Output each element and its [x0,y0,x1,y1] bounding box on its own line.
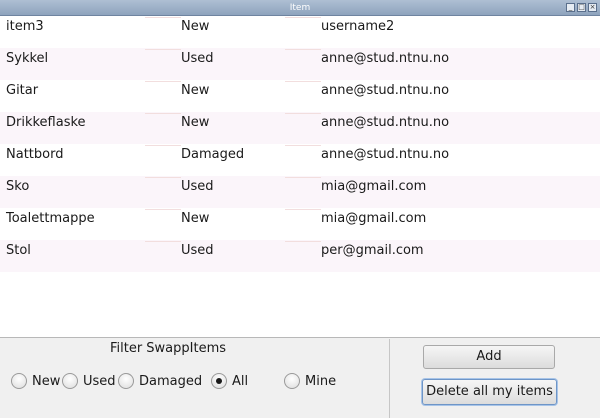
radio-new[interactable]: New [11,373,60,389]
radio-all-icon[interactable] [211,373,227,389]
close-icon[interactable]: × [588,3,597,12]
window-title: Item [289,3,311,13]
radio-all[interactable]: All [211,373,248,389]
column-separator [145,17,181,18]
radio-used[interactable]: Used [62,373,116,389]
radio-mine[interactable]: Mine [284,373,336,389]
item-owner: mia@gmail.com [321,179,427,194]
column-separator [145,113,181,114]
radio-used-label: Used [83,373,116,389]
item-list[interactable]: item3 New username2 Sykkel Used anne@stu… [0,16,600,338]
item-owner: per@gmail.com [321,243,424,258]
window-titlebar[interactable]: Item _ □ × [0,0,600,16]
item-owner: mia@gmail.com [321,211,427,226]
filter-pane: Filter SwappItems New Used Damaged All M… [0,339,390,418]
list-item[interactable]: Nattbord Damaged anne@stud.ntnu.no [0,144,600,176]
radio-damaged[interactable]: Damaged [118,373,202,389]
radio-damaged-icon[interactable] [118,373,134,389]
column-separator [145,49,181,50]
column-separator [285,177,321,178]
column-separator [285,113,321,114]
item-name: Drikkeflaske [6,115,86,130]
column-separator [285,49,321,50]
list-item[interactable]: Sko Used mia@gmail.com [0,176,600,208]
radio-mine-label: Mine [305,373,337,389]
list-item[interactable]: Drikkeflaske New anne@stud.ntnu.no [0,112,600,144]
item-condition: New [181,19,210,34]
delete-all-my-items-button[interactable]: Delete all my items [422,379,557,405]
item-condition: Damaged [181,147,245,162]
column-separator [285,209,321,210]
column-separator [145,145,181,146]
item-condition: New [181,211,210,226]
item-name: Sko [6,179,30,194]
actions-pane: Add Delete all my items [391,339,600,418]
maximize-icon[interactable]: □ [577,3,586,12]
column-separator [145,241,181,242]
radio-damaged-label: Damaged [139,373,203,389]
radio-mine-icon[interactable] [284,373,300,389]
list-item[interactable]: Toalettmappe New mia@gmail.com [0,208,600,240]
bottom-panel: Filter SwappItems New Used Damaged All M… [0,339,600,418]
item-owner: anne@stud.ntnu.no [321,83,450,98]
column-separator [285,241,321,242]
radio-used-icon[interactable] [62,373,78,389]
item-name: Gitar [6,83,39,98]
radio-all-label: All [232,373,249,389]
column-separator [285,81,321,82]
item-owner: anne@stud.ntnu.no [321,147,450,162]
item-owner: username2 [321,19,395,34]
item-condition: Used [181,179,214,194]
item-name: Nattbord [6,147,64,162]
item-condition: New [181,83,210,98]
item-condition: Used [181,243,214,258]
column-separator [145,81,181,82]
item-condition: New [181,115,210,130]
item-name: Toalettmappe [6,211,95,226]
item-name: item3 [6,19,44,34]
item-name: Sykkel [6,51,49,66]
list-item[interactable]: Gitar New anne@stud.ntnu.no [0,80,600,112]
column-separator [285,17,321,18]
list-item[interactable]: Sykkel Used anne@stud.ntnu.no [0,48,600,80]
column-separator [145,177,181,178]
item-owner: anne@stud.ntnu.no [321,115,450,130]
window-controls: _ □ × [566,3,597,12]
item-condition: Used [181,51,214,66]
add-button[interactable]: Add [423,345,555,369]
radio-new-icon[interactable] [11,373,27,389]
radio-new-label: New [32,373,61,389]
filter-title: Filter SwappItems [109,341,227,356]
minimize-icon[interactable]: _ [566,3,575,12]
item-name: Stol [6,243,31,258]
item-owner: anne@stud.ntnu.no [321,51,450,66]
list-item[interactable]: Stol Used per@gmail.com [0,240,600,272]
column-separator [145,209,181,210]
column-separator [285,145,321,146]
list-item[interactable]: item3 New username2 [0,16,600,48]
